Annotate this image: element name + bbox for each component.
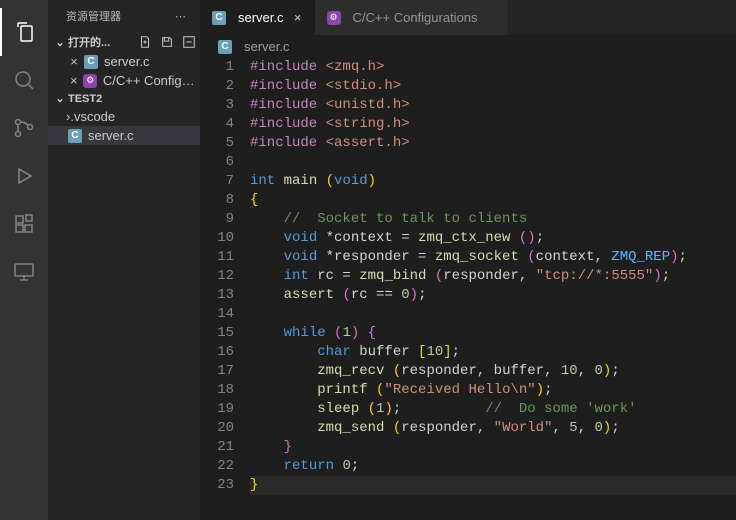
line-number: 9	[200, 210, 234, 229]
code-line[interactable]	[250, 153, 736, 172]
line-number: 13	[200, 286, 234, 305]
code-line[interactable]: #include <zmq.h>	[250, 58, 736, 77]
tab[interactable]: ⚙ C/C++ Configurations	[315, 0, 509, 35]
code-line[interactable]: int main (void)	[250, 172, 736, 191]
save-all-icon[interactable]	[160, 35, 174, 49]
line-number: 19	[200, 400, 234, 419]
sidebar-title: 资源管理器	[66, 8, 121, 24]
code-line[interactable]: return 0;	[250, 457, 736, 476]
line-number: 23	[200, 476, 234, 495]
open-editors-actions	[138, 35, 196, 49]
tree-item[interactable]: Cserver.c	[48, 126, 200, 145]
close-icon[interactable]: ×	[290, 10, 306, 25]
tab[interactable]: Cserver.c ×	[200, 0, 315, 35]
line-number-gutter: 1234567891011121314151617181920212223	[200, 58, 250, 520]
folder-label: .vscode	[70, 109, 115, 124]
code-line[interactable]: zmq_recv (responder, buffer, 10, 0);	[250, 362, 736, 381]
remote-icon[interactable]	[0, 248, 48, 296]
breadcrumb[interactable]: C server.c	[200, 35, 736, 58]
open-editors-header[interactable]: ⌄ 打开的...	[48, 32, 200, 52]
line-number: 7	[200, 172, 234, 191]
code-line[interactable]: {	[250, 191, 736, 210]
run-debug-icon[interactable]	[0, 152, 48, 200]
code-line[interactable]: sleep (1); // Do some 'work'	[250, 400, 736, 419]
workspace-header[interactable]: ⌄ TEST2	[48, 90, 200, 107]
sidebar: 资源管理器 ⋯ ⌄ 打开的... ×Cserver.c×⚙C/C++ Confi…	[48, 0, 200, 520]
line-number: 8	[200, 191, 234, 210]
line-number: 14	[200, 305, 234, 324]
line-number: 1	[200, 58, 234, 77]
c-file-icon: C	[216, 40, 234, 54]
open-editor-item[interactable]: ×⚙ C/C++ Configur...	[48, 71, 200, 90]
c-file-icon: C	[66, 129, 84, 143]
code-line[interactable]: printf ("Received Hello\n");	[250, 381, 736, 400]
tab-label: server.c	[238, 10, 284, 25]
open-editor-label: C/C++ Configur...	[103, 73, 200, 88]
workspace-label: TEST2	[68, 93, 102, 105]
extensions-icon[interactable]	[0, 200, 48, 248]
line-number: 11	[200, 248, 234, 267]
chevron-down-icon: ⌄	[52, 36, 68, 49]
code-line[interactable]: void *context = zmq_ctx_new ();	[250, 229, 736, 248]
line-number: 17	[200, 362, 234, 381]
code-area[interactable]: 1234567891011121314151617181920212223 #i…	[200, 58, 736, 520]
activity-bar	[0, 0, 48, 520]
line-number: 6	[200, 153, 234, 172]
code-line[interactable]: int rc = zmq_bind (responder, "tcp://*:5…	[250, 267, 736, 286]
code-line[interactable]: // Socket to talk to clients	[250, 210, 736, 229]
code-line[interactable]: #include <unistd.h>	[250, 96, 736, 115]
collapse-icon[interactable]	[182, 35, 196, 49]
code-content[interactable]: #include <zmq.h>#include <stdio.h>#inclu…	[250, 58, 736, 520]
code-line[interactable]	[250, 305, 736, 324]
open-editor-label: server.c	[104, 54, 150, 69]
code-line[interactable]: }	[250, 438, 736, 457]
code-line[interactable]: while (1) {	[250, 324, 736, 343]
line-number: 21	[200, 438, 234, 457]
tab-bar: Cserver.c × ⚙ C/C++ Configurations	[200, 0, 736, 35]
more-icon[interactable]: ⋯	[175, 10, 188, 23]
breadcrumb-label: server.c	[244, 39, 290, 54]
line-number: 18	[200, 381, 234, 400]
tree-item[interactable]: ›.vscode	[48, 107, 200, 126]
tab-label: C/C++ Configurations	[353, 10, 478, 25]
code-line[interactable]: assert (rc == 0);	[250, 286, 736, 305]
code-line[interactable]: #include <string.h>	[250, 115, 736, 134]
workspace-tree: ›.vscodeCserver.c	[48, 107, 200, 145]
open-editors-list: ×Cserver.c×⚙C/C++ Configur...	[48, 52, 200, 90]
new-file-icon[interactable]	[138, 35, 152, 49]
line-number: 2	[200, 77, 234, 96]
line-number: 12	[200, 267, 234, 286]
line-number: 16	[200, 343, 234, 362]
cfg-file-icon: ⚙	[325, 11, 343, 25]
c-file-icon: C	[210, 11, 228, 25]
editor-area: Cserver.c×⚙C/C++ Configurations C server…	[200, 0, 736, 520]
sidebar-header: 资源管理器 ⋯	[48, 0, 200, 32]
code-line[interactable]: char buffer [10];	[250, 343, 736, 362]
line-number: 4	[200, 115, 234, 134]
open-editor-item[interactable]: ×Cserver.c	[48, 52, 200, 71]
explorer-icon[interactable]	[0, 8, 48, 56]
code-line[interactable]: #include <assert.h>	[250, 134, 736, 153]
close-icon[interactable]: ×	[66, 73, 81, 88]
line-number: 20	[200, 419, 234, 438]
code-line[interactable]: void *responder = zmq_socket (context, Z…	[250, 248, 736, 267]
line-number: 3	[200, 96, 234, 115]
file-label: server.c	[88, 128, 134, 143]
code-line[interactable]: }	[250, 476, 736, 495]
open-editors-label: 打开的...	[68, 34, 110, 50]
cfg-file-icon: ⚙	[81, 74, 98, 88]
line-number: 5	[200, 134, 234, 153]
close-icon[interactable]: ×	[66, 54, 82, 69]
source-control-icon[interactable]	[0, 104, 48, 152]
c-file-icon: C	[82, 55, 100, 69]
chevron-down-icon: ⌄	[52, 92, 68, 105]
line-number: 15	[200, 324, 234, 343]
code-line[interactable]: zmq_send (responder, "World", 5, 0);	[250, 419, 736, 438]
search-icon[interactable]	[0, 56, 48, 104]
code-line[interactable]: #include <stdio.h>	[250, 77, 736, 96]
line-number: 10	[200, 229, 234, 248]
line-number: 22	[200, 457, 234, 476]
